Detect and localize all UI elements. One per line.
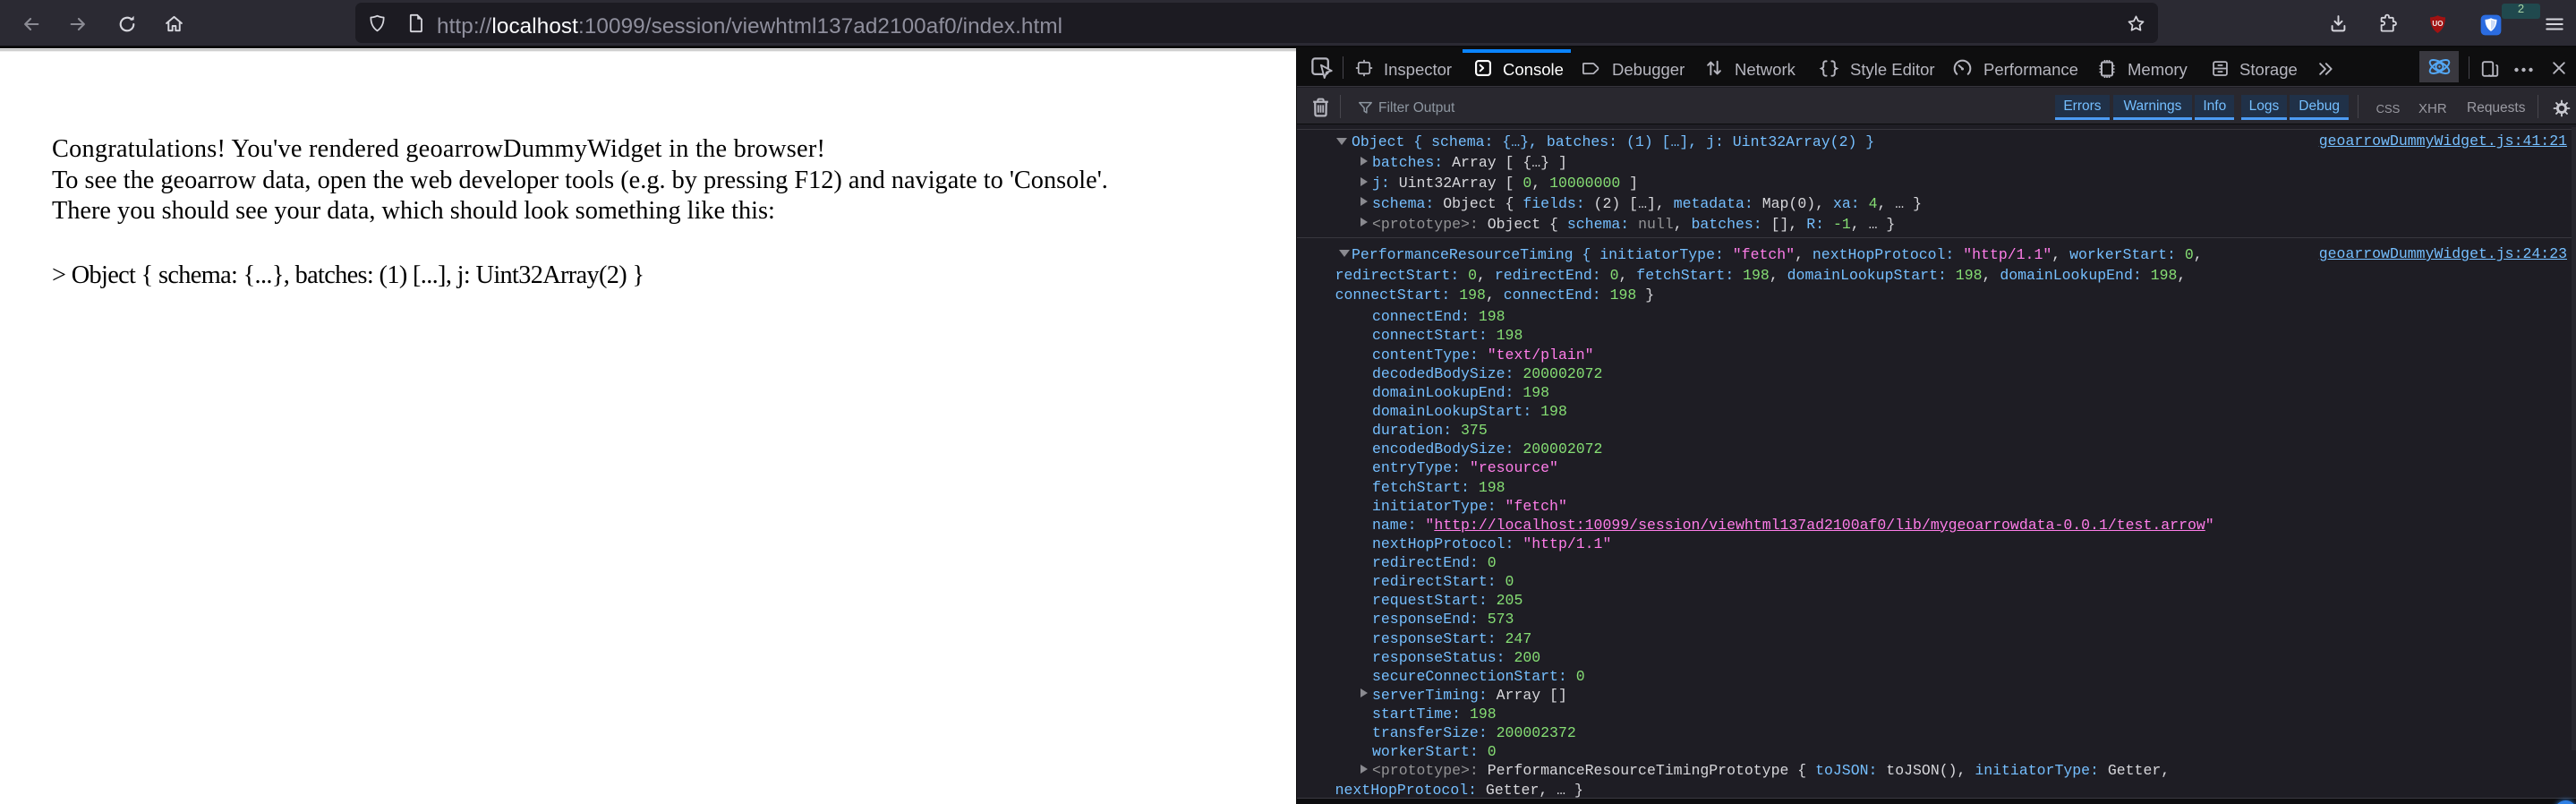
svg-text:UO: UO xyxy=(2432,20,2443,28)
